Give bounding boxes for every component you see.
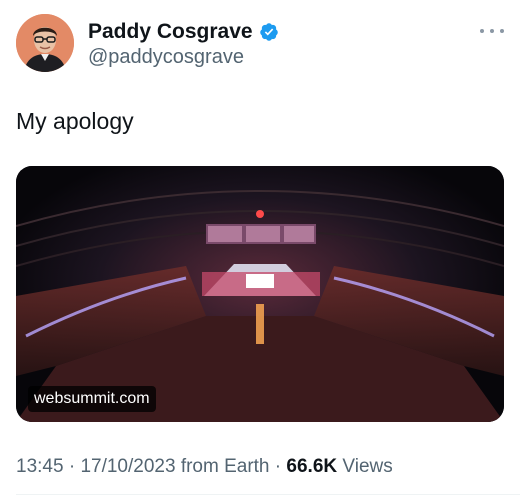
views-label: Views bbox=[342, 456, 393, 477]
verified-badge-icon bbox=[259, 23, 278, 41]
link-domain-label[interactable]: websummit.com bbox=[28, 386, 156, 412]
author-name-row: Paddy Cosgrave bbox=[88, 19, 279, 45]
views-count[interactable]: 66.6K bbox=[286, 456, 337, 477]
avatar[interactable] bbox=[16, 14, 74, 72]
tweet-source: from Earth bbox=[180, 456, 270, 477]
meta-separator: · bbox=[274, 456, 282, 477]
avatar-image bbox=[16, 14, 74, 72]
arena-photo bbox=[16, 166, 504, 422]
divider bbox=[16, 494, 520, 495]
more-horizontal-icon bbox=[480, 29, 484, 33]
author-display-name[interactable]: Paddy Cosgrave bbox=[88, 19, 253, 45]
tweet-meta: 13:45 · 17/10/2023 from Earth · 66.6K Vi… bbox=[16, 455, 393, 479]
link-media-card[interactable]: websummit.com bbox=[16, 166, 504, 422]
author-handle[interactable]: @paddycosgrave bbox=[88, 45, 244, 69]
tweet-text: My apology bbox=[16, 108, 134, 134]
tweet-date[interactable]: 17/10/2023 bbox=[80, 456, 175, 477]
tweet-time[interactable]: 13:45 bbox=[16, 456, 64, 477]
more-options-button[interactable] bbox=[480, 24, 504, 38]
meta-separator: · bbox=[68, 456, 76, 477]
